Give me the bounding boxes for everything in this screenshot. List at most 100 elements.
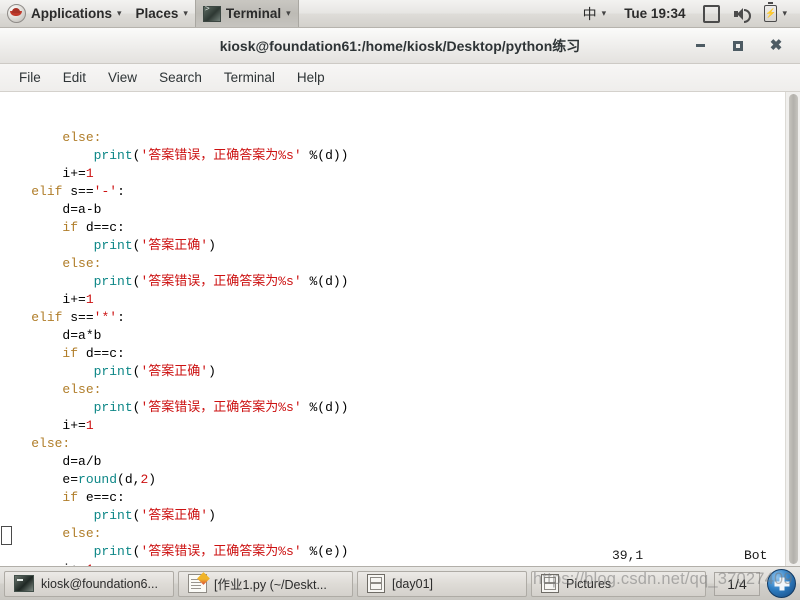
code-line: else: bbox=[0, 255, 785, 273]
network-icon[interactable] bbox=[767, 569, 796, 598]
chevron-down-icon: ▾ bbox=[117, 8, 122, 18]
maximize-button[interactable] bbox=[730, 38, 746, 54]
battery-indicator[interactable]: ⚡ ▾ bbox=[757, 0, 794, 27]
terminal-window-menu[interactable]: Terminal ▾ bbox=[194, 0, 299, 27]
code-line: print('答案错误，正确答案为%s' %(d)) bbox=[0, 273, 785, 291]
code-token: d==c: bbox=[78, 346, 125, 361]
code-token: print bbox=[93, 508, 133, 523]
code-token: i+= bbox=[62, 166, 86, 181]
taskbar-item-editor[interactable]: [作业1.py (~/Deskt... bbox=[178, 570, 353, 597]
code-token: s== bbox=[62, 310, 94, 325]
code-token: '答案正确' bbox=[140, 364, 209, 379]
code-line: print('答案正确') bbox=[0, 507, 785, 525]
code-token: elif bbox=[31, 310, 63, 325]
editor-status-line: 39,1 Bot bbox=[0, 546, 785, 566]
window-controls: ✖ bbox=[692, 38, 800, 54]
code-token: d=a/b bbox=[62, 454, 102, 469]
terminal-icon bbox=[14, 575, 34, 592]
menu-terminal[interactable]: Terminal bbox=[213, 64, 286, 91]
display-icon bbox=[703, 4, 721, 23]
code-token: if bbox=[62, 490, 79, 505]
terminal-icon bbox=[202, 5, 221, 22]
code-token: elif bbox=[31, 184, 63, 199]
applications-label: Applications bbox=[31, 6, 113, 21]
menu-file[interactable]: File bbox=[8, 64, 52, 91]
taskbar-item-pictures[interactable]: Pictures bbox=[531, 570, 706, 597]
clock[interactable]: Tue 19:34 bbox=[613, 0, 696, 27]
code-token: round bbox=[78, 472, 118, 487]
terminal-scrollbar[interactable] bbox=[785, 92, 800, 566]
terminal-text[interactable]: else: print('答案错误，正确答案为%s' %(d)) i+=1 el… bbox=[0, 92, 785, 566]
menu-view[interactable]: View bbox=[97, 64, 148, 91]
code-line: d=a/b bbox=[0, 453, 785, 471]
menu-help[interactable]: Help bbox=[286, 64, 336, 91]
volume-settings[interactable] bbox=[727, 0, 757, 27]
text-editor-icon bbox=[188, 574, 207, 593]
code-token: else: bbox=[31, 436, 71, 451]
code-token: %(d)) bbox=[301, 274, 349, 289]
battery-bolt-glyph: ⚡ bbox=[765, 8, 777, 18]
code-token: ) bbox=[208, 238, 216, 253]
code-line: print('答案错误，正确答案为%s' %(d)) bbox=[0, 147, 785, 165]
code-token: '答案错误，正确答案为%s' bbox=[140, 274, 302, 289]
display-settings[interactable] bbox=[696, 0, 727, 27]
code-token: if bbox=[62, 346, 79, 361]
menu-edit[interactable]: Edit bbox=[52, 64, 97, 91]
chevron-down-icon: ▾ bbox=[286, 8, 291, 18]
taskbar: kiosk@foundation6... [作业1.py (~/Deskt...… bbox=[0, 566, 800, 600]
code-token: else: bbox=[62, 382, 102, 397]
code-token: '答案错误，正确答案为%s' bbox=[140, 400, 302, 415]
code-token: '-' bbox=[93, 184, 118, 199]
code-token: 1 bbox=[85, 166, 94, 181]
chevron-down-icon: ▾ bbox=[601, 8, 607, 18]
code-token: '答案正确' bbox=[140, 508, 209, 523]
code-token: d=a-b bbox=[62, 202, 102, 217]
taskbar-item-label: Pictures bbox=[566, 576, 612, 591]
code-token: (d, bbox=[117, 472, 141, 487]
code-token: print bbox=[93, 238, 133, 253]
code-token: ) bbox=[208, 508, 216, 523]
code-token: d==c: bbox=[78, 220, 125, 235]
code-line: else: bbox=[0, 435, 785, 453]
chevron-down-icon: ▾ bbox=[782, 8, 787, 18]
top-panel-right: 中 ▾ Tue 19:34 ⚡ ▾ bbox=[576, 0, 800, 27]
code-token: ) bbox=[148, 472, 157, 487]
code-token: %(d)) bbox=[301, 148, 349, 163]
places-menu[interactable]: Places ▾ bbox=[129, 0, 195, 27]
code-token: i+= bbox=[62, 292, 86, 307]
titlebar[interactable]: kiosk@foundation61:/home/kiosk/Desktop/p… bbox=[0, 28, 800, 64]
chevron-down-icon: ▾ bbox=[183, 8, 188, 18]
code-line: if e==c: bbox=[0, 489, 785, 507]
minimize-button[interactable] bbox=[692, 38, 708, 54]
close-icon: ✖ bbox=[769, 37, 783, 54]
code-line: d=a*b bbox=[0, 327, 785, 345]
input-method-indicator[interactable]: 中 ▾ bbox=[576, 0, 614, 27]
screen: Applications ▾ Places ▾ Terminal ▾ 中 ▾ T… bbox=[0, 0, 800, 600]
code-line: d=a-b bbox=[0, 201, 785, 219]
close-button[interactable]: ✖ bbox=[768, 38, 784, 54]
code-line: i+=1 bbox=[0, 291, 785, 309]
code-token: '*' bbox=[93, 310, 118, 325]
menu-search[interactable]: Search bbox=[148, 64, 213, 91]
code-token: else: bbox=[62, 130, 102, 145]
code-line: else: bbox=[0, 129, 785, 147]
code-line: if d==c: bbox=[0, 345, 785, 363]
code-token: if bbox=[62, 220, 79, 235]
code-token: '答案正确' bbox=[140, 238, 209, 253]
code-token: print bbox=[93, 364, 133, 379]
code-token: ) bbox=[208, 364, 216, 379]
speaker-icon bbox=[734, 7, 752, 23]
taskbar-item-day01[interactable]: [day01] bbox=[357, 570, 527, 597]
applications-menu[interactable]: Applications ▾ bbox=[0, 0, 129, 27]
text-cursor bbox=[1, 526, 12, 545]
taskbar-item-terminal[interactable]: kiosk@foundation6... bbox=[4, 570, 174, 597]
top-panel: Applications ▾ Places ▾ Terminal ▾ 中 ▾ T… bbox=[0, 0, 800, 28]
file-manager-icon bbox=[541, 574, 559, 593]
code-line: print('答案错误，正确答案为%s' %(d)) bbox=[0, 399, 785, 417]
taskbar-item-label: [day01] bbox=[392, 576, 434, 591]
code-line: else: bbox=[0, 381, 785, 399]
code-token: : bbox=[117, 310, 125, 325]
workspace-switcher[interactable]: 1/4 bbox=[714, 571, 760, 596]
code-line: print('答案正确') bbox=[0, 363, 785, 381]
scrollbar-thumb[interactable] bbox=[788, 94, 798, 564]
